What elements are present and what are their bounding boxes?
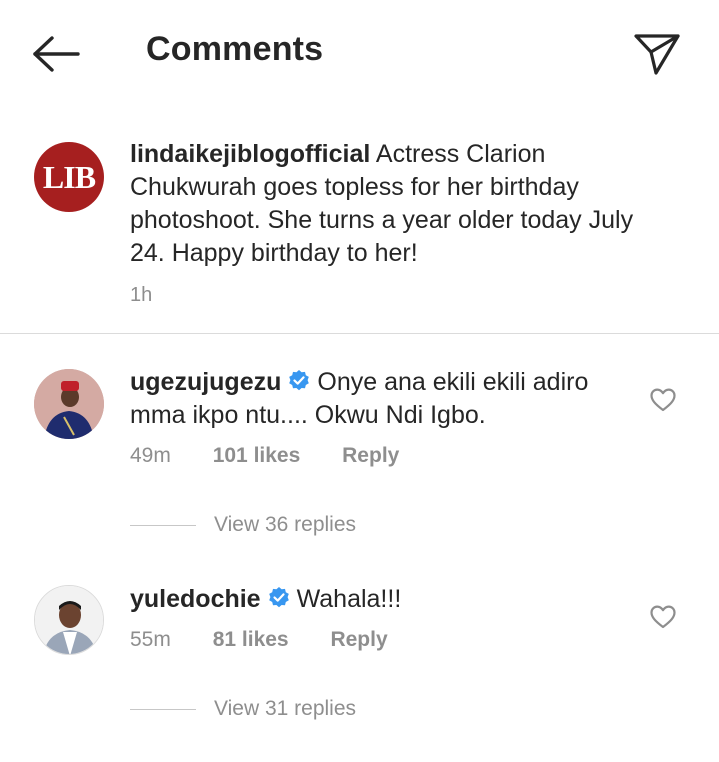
comment-item: ugezujugezu Onye ana ekili ekili adiro m… [0,366,719,556]
replies-divider-line [130,524,196,526]
paper-plane-icon [634,34,680,75]
likes-count[interactable]: 101 likes [213,444,301,467]
comment-timestamp: 49m [130,444,171,467]
back-button[interactable] [30,32,82,76]
reply-button[interactable]: Reply [342,444,399,467]
avatar-photo [35,586,103,654]
heart-icon[interactable] [650,388,676,412]
heart-icon[interactable] [650,605,676,629]
replies-divider-line [130,708,196,710]
avatar-photo [34,369,104,439]
comment-username[interactable]: yuledochie [130,585,261,613]
comment-username[interactable]: ugezujugezu [130,368,281,396]
view-replies-label: View 31 replies [214,697,357,720]
view-replies-button[interactable]: View 36 replies [130,510,356,540]
avatar[interactable] [34,369,104,439]
caption-text: lindaikejiblogofficial Actress Clarion C… [130,138,650,270]
avatar[interactable]: LIB [34,142,104,212]
verified-badge-icon [268,587,289,608]
arrow-left-icon [33,36,80,72]
comment-meta: 49m 101 likes Reply [130,444,435,468]
header-bar: Comments [0,0,719,104]
view-replies-label: View 36 replies [214,513,357,536]
reply-button[interactable]: Reply [330,628,387,651]
view-replies-button[interactable]: View 31 replies [130,694,356,724]
comment-text: ugezujugezu Onye ana ekili ekili adiro m… [130,366,630,432]
comment-body: Wahala!!! [296,585,402,613]
comment-timestamp: 55m [130,628,171,651]
avatar[interactable] [34,585,104,655]
caption-username[interactable]: lindaikejiblogofficial [130,140,370,168]
page-title: Comments [146,30,324,68]
verified-badge-icon [289,370,310,391]
post-caption: LIB lindaikejiblogofficial Actress Clari… [0,130,719,330]
caption-timestamp: 1h [130,284,153,306]
comment-text: yuledochie Wahala!!! [130,583,630,616]
comment-item: yuledochie Wahala!!! 55m 81 likes Reply … [0,583,719,733]
divider [0,333,719,334]
comment-meta: 55m 81 likes Reply [130,628,424,652]
likes-count[interactable]: 81 likes [213,628,289,651]
avatar-logo-text: LIB [42,158,96,195]
share-button[interactable] [632,28,682,78]
